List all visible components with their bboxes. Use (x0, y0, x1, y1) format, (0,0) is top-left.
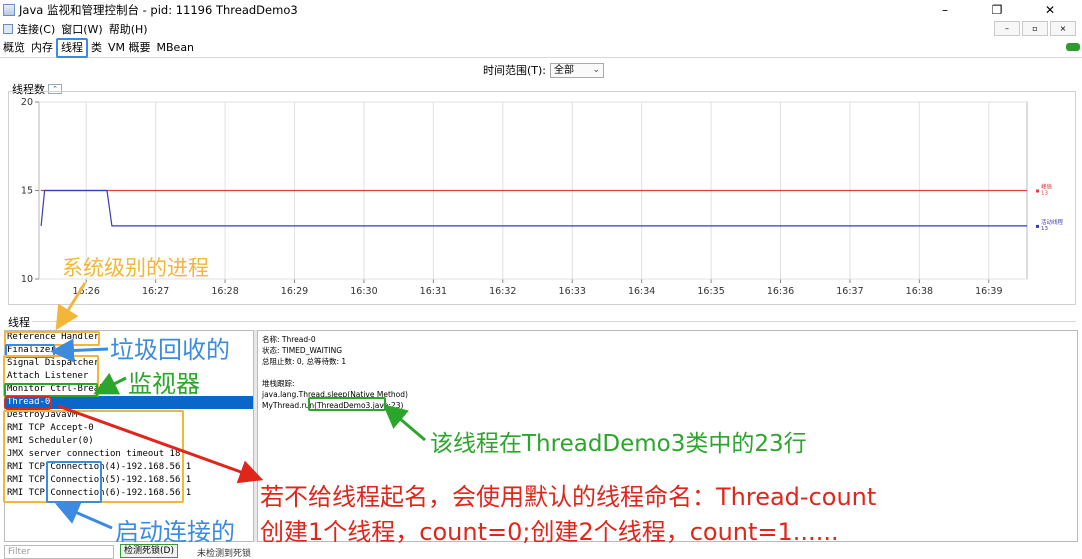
java-app-icon (3, 4, 15, 16)
section-divider (32, 321, 1076, 322)
tab-overview[interactable]: 概览 (0, 40, 28, 56)
y-tick-label: 20 (21, 97, 33, 108)
tab-vm-summary[interactable]: VM 概要 (105, 40, 154, 56)
menu-help[interactable]: 帮助(H) (109, 21, 148, 37)
time-range-value: 全部 (554, 64, 575, 76)
connection-status-icon (1066, 43, 1080, 51)
x-tick-label: 16:35 (697, 286, 724, 297)
x-tick-label: 16:34 (628, 286, 655, 297)
tab-bar: 概览 内存 线程 类 VM 概要 MBean (0, 37, 1082, 58)
x-tick-label: 16:26 (73, 286, 100, 297)
x-tick-label: 16:39 (975, 286, 1002, 297)
close-button[interactable]: ✕ (1030, 0, 1070, 20)
time-range: 时间范围(T): 全部 ⌄ (483, 62, 605, 78)
x-tick-label: 16:32 (489, 286, 516, 297)
x-tick-label: 16:29 (281, 286, 308, 297)
annotation-gc: 垃圾回收的 (110, 336, 230, 364)
time-range-label: 时间范围(T): (483, 64, 547, 77)
time-range-select[interactable]: 全部 ⌄ (550, 62, 605, 78)
y-tick-label: 15 (21, 186, 33, 197)
internal-minimize-button[interactable]: – (994, 21, 1020, 36)
x-tick-label: 16:33 (559, 286, 586, 297)
window-title: Java 监视和管理控制台 - pid: 11196 ThreadDemo3 (19, 3, 298, 17)
detail-state: 状态: TIMED_WAITING (262, 346, 343, 355)
series-legend-swatch (1036, 189, 1039, 193)
internal-close-button[interactable]: × (1050, 21, 1076, 36)
internal-window-controls: – ▫ × (994, 21, 1076, 36)
chevron-down-icon: ⌄ (592, 64, 601, 75)
highlight-connection (46, 461, 102, 503)
tab-classes[interactable]: 类 (88, 40, 105, 56)
menu-window[interactable]: 窗口(W) (61, 21, 102, 37)
no-deadlock-label: 未检测到死锁 (197, 549, 252, 559)
title-bar: Java 监视和管理控制台 - pid: 11196 ThreadDemo3 –… (0, 0, 1082, 20)
x-tick-label: 16:28 (211, 286, 238, 297)
annotation-connection: 启动连接的 (115, 518, 235, 546)
highlight-source-line (308, 397, 386, 411)
series-legend-swatch (1036, 224, 1039, 228)
detail-counts: 总阻止数: 0, 总等待数: 1 (262, 357, 347, 366)
tab-memory[interactable]: 内存 (28, 40, 56, 56)
threads-section-title: 线程 (8, 316, 30, 329)
annotation-line-23: 该线程在ThreadDemo3类中的23行 (430, 431, 807, 457)
internal-restore-button[interactable]: ▫ (1022, 21, 1048, 36)
series-legend-value: 13 (1041, 226, 1048, 232)
maximize-button[interactable]: ❐ (977, 0, 1017, 20)
annotation-naming-2: 创建1个线程，count=0;创建2个线程，count=1...... (260, 518, 839, 546)
series-legend-name: 活动线程 (1041, 218, 1064, 226)
x-tick-label: 16:27 (142, 286, 169, 297)
detail-spacer (262, 367, 1073, 378)
x-tick-label: 16:38 (906, 286, 933, 297)
highlight-thread-0 (4, 396, 52, 410)
highlight-monitor (4, 383, 98, 397)
annotation-naming-1: 若不给线程起名，会使用默认的线程命名：Thread-count (260, 483, 877, 511)
annotation-monitor: 监视器 (128, 370, 200, 398)
menu-connection[interactable]: 连接(C) (17, 21, 55, 37)
thread-filter-input[interactable]: Filter (4, 545, 114, 559)
tab-mbean[interactable]: MBean (154, 40, 198, 56)
x-tick-label: 16:37 (836, 286, 863, 297)
tab-threads[interactable]: 线程 (56, 37, 88, 58)
series-legend-value: 13 (1041, 191, 1048, 197)
window-menu-icon[interactable] (3, 24, 13, 34)
minimize-button[interactable]: – (925, 0, 965, 20)
detail-name: 名称: Thread-0 (262, 335, 316, 344)
menu-bar: 连接(C) 窗口(W) 帮助(H) (0, 20, 1082, 38)
annotation-system-threads: 系统级别的进程 (62, 256, 209, 280)
x-tick-label: 16:31 (420, 286, 447, 297)
series-legend-name: 峰值 (1041, 183, 1053, 191)
x-tick-label: 16:30 (350, 286, 377, 297)
detail-stack-title: 堆栈跟踪: (262, 379, 295, 388)
y-tick-label: 10 (21, 274, 33, 285)
x-tick-label: 16:36 (767, 286, 794, 297)
